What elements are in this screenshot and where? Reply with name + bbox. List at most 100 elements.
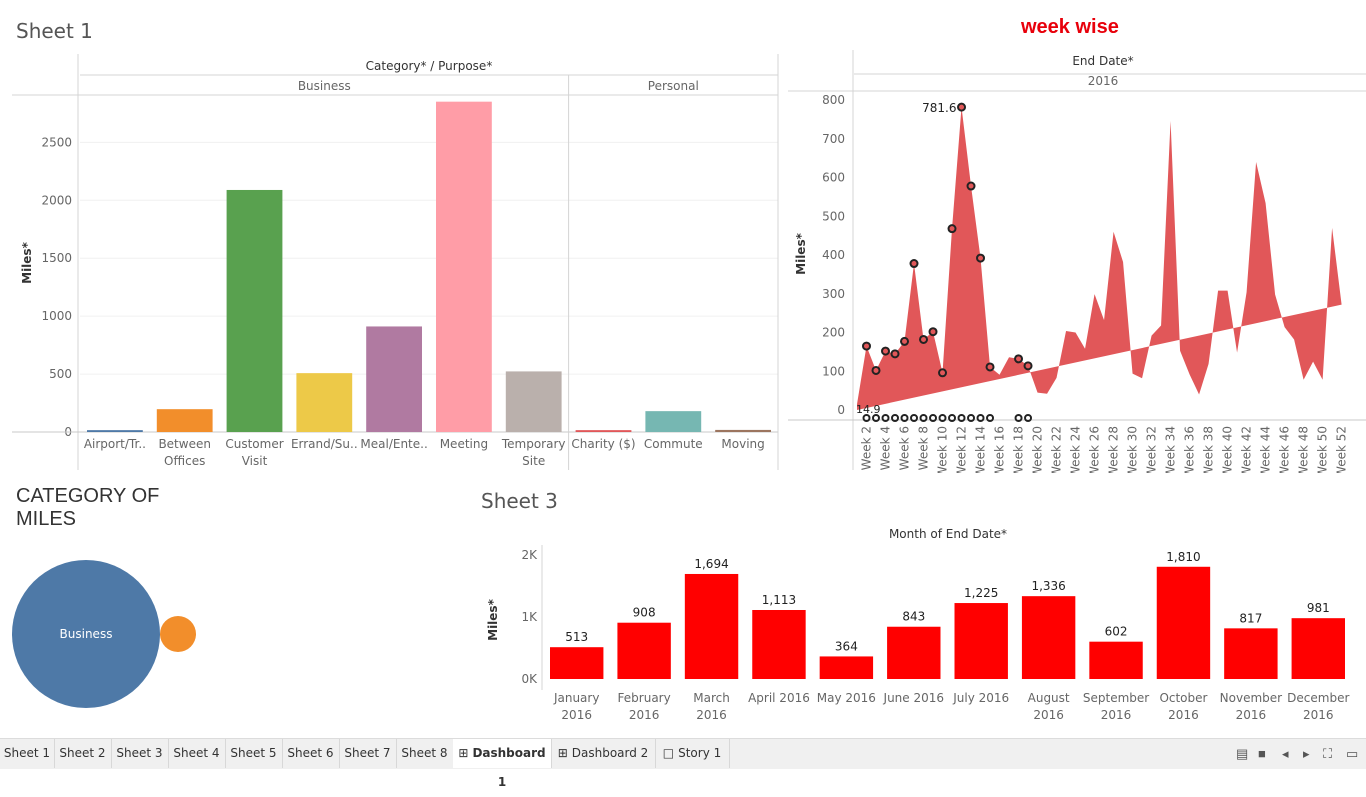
- bar[interactable]: [954, 603, 1008, 679]
- baseline-marker[interactable]: [957, 414, 966, 422]
- data-marker[interactable]: [957, 102, 967, 112]
- x-tick-label: Temporary: [501, 437, 566, 451]
- data-marker[interactable]: [900, 336, 910, 346]
- bar[interactable]: [1089, 641, 1143, 679]
- bar[interactable]: [505, 371, 562, 432]
- fullscreen-icon[interactable]: ⛶: [1323, 746, 1332, 762]
- data-marker[interactable]: [985, 362, 995, 372]
- bar[interactable]: [296, 373, 353, 432]
- bar[interactable]: [550, 647, 604, 679]
- data-marker[interactable]: [928, 327, 938, 337]
- baseline-marker[interactable]: [976, 414, 985, 422]
- baseline-marker[interactable]: [919, 414, 928, 422]
- bar[interactable]: [1021, 596, 1076, 679]
- data-marker[interactable]: [938, 368, 948, 378]
- filmstrip-icon[interactable]: ■: [1258, 746, 1266, 761]
- x-tick-label: Week 32: [1145, 426, 1159, 473]
- x-tick-label: Week 30: [1126, 426, 1140, 473]
- area-series[interactable]: [857, 107, 1342, 410]
- bar[interactable]: [819, 656, 874, 679]
- bubble-personal[interactable]: [160, 616, 196, 652]
- bar[interactable]: [645, 411, 702, 432]
- weekwise-title: week wise: [1021, 16, 1119, 38]
- baseline-marker[interactable]: [910, 414, 919, 422]
- bar[interactable]: [1224, 628, 1278, 679]
- data-marker[interactable]: [881, 346, 891, 356]
- x-tick-label: Week 28: [1107, 426, 1121, 473]
- data-marker[interactable]: [966, 181, 976, 191]
- bar[interactable]: [752, 609, 806, 679]
- data-marker[interactable]: [947, 224, 957, 234]
- x-tick-label: Airport/Tr..: [84, 437, 146, 451]
- tab-story-1[interactable]: □ Story 1: [655, 739, 730, 768]
- x-tick-label: Week 34: [1164, 426, 1178, 473]
- data-marker[interactable]: [871, 365, 881, 375]
- data-marker[interactable]: [976, 253, 986, 263]
- x-tick-label: Meal/Ente..: [360, 437, 427, 451]
- baseline-marker[interactable]: [986, 414, 995, 422]
- baseline-marker[interactable]: [929, 414, 938, 422]
- tab-label: Sheet 6: [287, 746, 334, 760]
- tab-sheet-5[interactable]: Sheet 5: [225, 739, 283, 768]
- baseline-marker[interactable]: [900, 414, 909, 422]
- tab-sheet-6[interactable]: Sheet 6: [282, 739, 340, 768]
- bar[interactable]: [1156, 566, 1211, 679]
- y-tick-label: 2500: [41, 135, 72, 149]
- x-tick-label: December: [1287, 691, 1349, 705]
- bar[interactable]: [87, 430, 143, 432]
- next-icon[interactable]: ▸: [1303, 746, 1310, 762]
- baseline-marker[interactable]: [1024, 414, 1033, 422]
- bubble-label: Business: [60, 627, 113, 641]
- year-label: 2016: [1088, 74, 1119, 88]
- x-tick-label: July 2016: [952, 691, 1009, 705]
- bar[interactable]: [156, 409, 213, 432]
- data-marker[interactable]: [1014, 354, 1024, 364]
- bar[interactable]: [1291, 618, 1345, 679]
- bar[interactable]: [226, 189, 283, 432]
- category-purpose-bar-chart[interactable]: 05001000150020002500Category* / Purpose*…: [0, 48, 785, 473]
- tab-sheet-7[interactable]: Sheet 7: [339, 739, 397, 768]
- category-bubble-chart[interactable]: Business: [0, 540, 300, 730]
- data-label: 981: [1307, 601, 1330, 615]
- bar[interactable]: [715, 429, 771, 432]
- monthly-miles-bar-chart[interactable]: 0K 1K 2K Month of End Date* Miles* 513 January…: [470, 520, 1366, 730]
- tab-dashboard-2[interactable]: ⊞ Dashboard 2: [551, 739, 656, 768]
- x-tick-label: Week 46: [1278, 426, 1292, 473]
- data-marker[interactable]: [919, 334, 929, 344]
- y-tick-label: 2000: [41, 193, 72, 207]
- presentation-icon[interactable]: ▭: [1346, 746, 1358, 762]
- y-axis-label: Miles*: [20, 241, 34, 283]
- data-label: 843: [902, 610, 925, 624]
- bar[interactable]: [436, 101, 492, 432]
- bar[interactable]: [366, 326, 422, 432]
- group-label: Business: [298, 79, 351, 93]
- tab-sheet-2[interactable]: Sheet 2: [54, 739, 112, 768]
- data-marker[interactable]: [909, 259, 919, 269]
- baseline-marker[interactable]: [891, 414, 900, 422]
- baseline-marker[interactable]: [967, 414, 976, 422]
- baseline-marker[interactable]: [938, 414, 947, 422]
- baseline-marker[interactable]: [948, 414, 957, 422]
- sheet-sorter-icon[interactable]: ▤: [1236, 746, 1248, 762]
- bar[interactable]: [575, 430, 632, 432]
- y-tick-label: 0: [837, 403, 845, 417]
- y-tick-label: 300: [822, 287, 845, 301]
- tab-sheet-4[interactable]: Sheet 4: [168, 739, 226, 768]
- bar[interactable]: [617, 622, 671, 679]
- bar[interactable]: [887, 626, 941, 679]
- x-tick-label: Week 20: [1031, 426, 1045, 473]
- prev-icon[interactable]: ◂: [1282, 746, 1289, 762]
- bar[interactable]: [684, 573, 739, 679]
- data-marker[interactable]: [862, 341, 872, 351]
- tab-sheet-1[interactable]: Sheet 1: [0, 739, 55, 768]
- baseline-marker[interactable]: [881, 414, 890, 422]
- data-marker[interactable]: [1023, 361, 1033, 371]
- baseline-marker[interactable]: [1014, 414, 1023, 422]
- x-tick-label: Commute: [644, 437, 703, 451]
- data-marker[interactable]: [890, 349, 900, 359]
- x-tick-label: April 2016: [748, 691, 810, 705]
- tab-sheet-8[interactable]: Sheet 8: [396, 739, 454, 768]
- tab-sheet-3[interactable]: Sheet 3: [111, 739, 169, 768]
- tab-dashboard-1[interactable]: ⊞ Dashboard 1: [453, 739, 552, 789]
- week-wise-area-chart[interactable]: 0 100 200 300 400 500 600 700 800 End Date* 2016 Mi…: [785, 48, 1366, 473]
